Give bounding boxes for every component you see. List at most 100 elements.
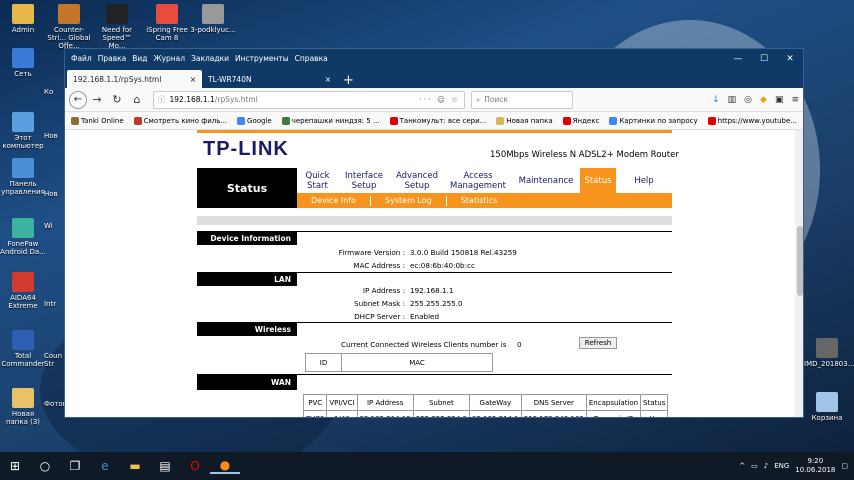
desktop-icon[interactable]: Корзина [804,392,850,422]
menu-item[interactable]: Справка [295,54,328,63]
bookmark-item[interactable]: Tanki Online [71,116,124,125]
desktop-icon[interactable]: Новая папка (3) [0,388,46,426]
info-icon[interactable]: ⓘ [158,94,166,105]
subnav-statistics[interactable]: Statistics [447,196,512,205]
desktop-icon[interactable]: Wi [44,222,66,230]
new-tab-button[interactable]: + [337,73,360,88]
search-icon[interactable]: ○ [30,459,60,473]
app-icon [816,338,838,358]
sync-icon[interactable]: ◎ [744,95,752,105]
menu-item[interactable]: Инструменты [235,54,289,63]
tab-close-icon[interactable]: × [325,75,331,84]
subnav-system-log[interactable]: System Log [371,196,446,205]
menu-item[interactable]: Журнал [154,54,186,63]
tab-tl-wr740n[interactable]: TL-WR740N × [202,70,337,88]
bookmark-item[interactable]: черепашки ниндзя: 5 ... [281,116,380,125]
menu-item[interactable]: Закладки [191,54,229,63]
desktop-icon[interactable]: Сеть [0,48,46,78]
desktop-icon[interactable]: Этот компьютер [0,112,46,150]
tp-link-logo: TP-LINK [203,138,289,160]
bookmark-label: Смотреть кино филь... [143,116,228,125]
bookmark-item[interactable]: Картинки по запросу [609,116,698,125]
desktop-icon[interactable]: Intr [44,300,66,308]
url-actions[interactable]: ··· ☺ ☆ [420,95,460,104]
desktop-icon[interactable]: iSpring Free Cam 8 [144,4,190,42]
task-view-icon[interactable]: ❐ [60,459,90,473]
back-icon[interactable]: ← [69,90,87,109]
desktop-icon[interactable]: Фотографии [44,400,66,408]
hamburger-menu-icon[interactable]: ≡ [791,95,799,105]
menu-item[interactable]: Файл [71,54,92,63]
bookmark-favicon-icon [237,116,246,125]
desktop-icon[interactable]: Панель управления [0,158,46,196]
desktop-icon[interactable]: Нов [44,132,66,140]
volume-icon[interactable]: ♪ [764,462,768,470]
bookmark-item[interactable]: Google [237,116,272,125]
nav-maintenance[interactable]: Maintenance [512,168,580,193]
desktop-icon[interactable]: Coun Str [44,352,66,368]
firefox-icon[interactable]: ● [210,458,240,474]
dhcp-label: DHCP Server : [354,312,405,321]
tab-close-icon[interactable]: × [190,75,196,84]
library-icon[interactable]: ▥ [728,95,737,105]
download-icon[interactable]: ↓ [712,95,720,105]
clients-label: Current Connected Wireless Clients numbe… [341,340,507,349]
wan-header-cell: Subnet [412,394,470,411]
subnav-device-info[interactable]: Device Info [297,196,370,205]
tray-chevron-icon[interactable]: ^ [739,462,745,470]
url-bar[interactable]: ⓘ 192.168.1.1 /rpSys.html ··· ☺ ☆ [153,90,465,109]
page-scrollbar[interactable] [795,130,803,417]
clock[interactable]: 9:20 10.06.2018 [795,457,835,475]
wan-header-cell: GateWay [468,394,522,411]
bookmark-label: https://www.youtube... [717,116,797,125]
tab-rpsys[interactable]: 192.168.1.1/rpSys.html × [67,70,202,88]
reload-icon[interactable]: ↻ [107,93,127,106]
nav-status[interactable]: Status [580,168,616,193]
bookmark-item[interactable]: https://www.youtube... [707,116,797,125]
explorer-icon[interactable]: ▬ [120,459,150,473]
app-icon [12,4,34,24]
desktop-icon[interactable]: Counter-Stri... Global Offe... [46,4,92,50]
menu-item[interactable]: Правка [98,54,127,63]
bookmark-item[interactable]: Новая папка [496,116,553,125]
close-button[interactable]: ✕ [777,54,803,64]
desktop-icon[interactable]: Admin [0,4,46,34]
nav-quick-start[interactable]: Quick Start [297,168,338,193]
taskbar: ⊞ ○ ❐ e ▬ ▤ O ● ^ ▭ ♪ ENG 9:20 10.06.201… [0,452,854,480]
nav-interface-setup[interactable]: Interface Setup [338,168,390,193]
search-input[interactable]: ⌕ Поиск [471,90,573,109]
shield-icon[interactable]: ◆ [760,95,767,105]
desktop-icon[interactable]: Total Commander [0,330,46,368]
clients-value: 0 [517,340,522,349]
opera-icon[interactable]: O [180,459,210,473]
desktop-icon[interactable]: AIDA64 Extreme [0,272,46,310]
desktop-icon-label: Counter-Stri... Global Offe... [47,26,91,50]
refresh-button[interactable]: Refresh [579,337,617,349]
sidebar-icon[interactable]: ▣ [775,95,784,105]
bookmark-item[interactable]: Танкомульт: все сери... [389,116,486,125]
desktop-icon[interactable]: FonePaw Android Da... [0,218,46,256]
bookmark-item[interactable]: Смотреть кино филь... [133,116,228,125]
desktop-icon[interactable]: Нов [44,190,66,198]
start-icon[interactable]: ⊞ [0,459,30,473]
desktop-icon[interactable]: Need for Speed™ Mo... [94,4,140,50]
bookmark-favicon-icon [609,116,618,125]
minimize-button[interactable]: — [725,54,751,64]
desktop-icon[interactable]: Ко [44,88,66,96]
network-icon[interactable]: ▭ [751,462,758,470]
forward-icon[interactable]: → [87,93,107,106]
app-icon [12,48,34,68]
menu-item[interactable]: Вид [132,54,147,63]
notifications-icon[interactable]: ▢ [841,462,848,470]
store-icon[interactable]: ▤ [150,459,180,473]
edge-icon[interactable]: e [90,459,120,473]
maximize-button[interactable]: ☐ [751,54,777,64]
desktop-icon[interactable]: 3-podklyuc... [190,4,236,34]
home-icon[interactable]: ⌂ [127,93,147,106]
nav-help[interactable]: Help [616,168,672,193]
nav-advanced-setup[interactable]: Advanced Setup [390,168,444,193]
bookmark-item[interactable]: Яндекс [562,116,599,125]
language-indicator[interactable]: ENG [774,462,789,470]
nav-access-management[interactable]: Access Management [444,168,512,193]
desktop-icon[interactable]: IMD_201803... [804,338,854,368]
